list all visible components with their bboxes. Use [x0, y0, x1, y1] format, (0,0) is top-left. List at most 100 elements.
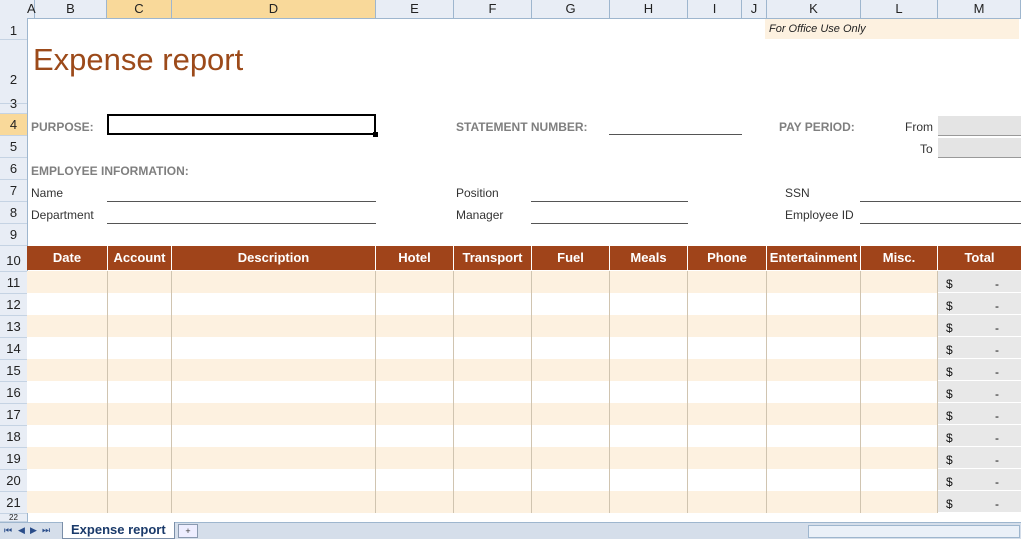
name-field[interactable]: [107, 201, 376, 202]
row-header[interactable]: 20: [0, 470, 27, 492]
table-cell[interactable]: [767, 271, 861, 293]
row-header[interactable]: 8: [0, 202, 27, 224]
table-cell[interactable]: [610, 381, 688, 403]
table-cell[interactable]: [172, 337, 376, 359]
table-cell[interactable]: [376, 359, 454, 381]
table-cell[interactable]: [454, 337, 532, 359]
table-cell[interactable]: [767, 447, 861, 469]
table-cell[interactable]: [861, 293, 938, 315]
header-description[interactable]: Description: [172, 246, 376, 270]
pay-period-from-field[interactable]: [938, 116, 1021, 136]
column-header-f[interactable]: F: [454, 0, 532, 18]
table-cell[interactable]: [688, 381, 767, 403]
table-cell[interactable]: [108, 403, 172, 425]
last-sheet-icon[interactable]: ⏭: [42, 525, 50, 536]
table-cell[interactable]: [376, 271, 454, 293]
column-header-e[interactable]: E: [376, 0, 454, 18]
column-header-a[interactable]: A: [27, 0, 36, 18]
table-cell[interactable]: [861, 315, 938, 337]
table-cell[interactable]: [688, 447, 767, 469]
table-cell[interactable]: [27, 381, 108, 403]
table-cell[interactable]: [108, 359, 172, 381]
column-header-i[interactable]: I: [688, 0, 742, 18]
table-cell[interactable]: [454, 315, 532, 337]
row-header[interactable]: 12: [0, 294, 27, 316]
header-phone[interactable]: Phone: [688, 246, 767, 270]
table-cell[interactable]: [108, 381, 172, 403]
column-header-g[interactable]: G: [532, 0, 610, 18]
total-cell[interactable]: $ -: [938, 315, 1021, 337]
header-entertainment[interactable]: Entertainment: [767, 246, 861, 270]
table-cell[interactable]: [861, 447, 938, 469]
table-cell[interactable]: [767, 359, 861, 381]
row-header[interactable]: 1: [0, 18, 27, 40]
table-cell[interactable]: [172, 447, 376, 469]
table-cell[interactable]: [610, 293, 688, 315]
table-cell[interactable]: [108, 315, 172, 337]
table-cell[interactable]: [688, 315, 767, 337]
column-header-k[interactable]: K: [767, 0, 861, 18]
table-cell[interactable]: [688, 359, 767, 381]
position-field[interactable]: [531, 201, 688, 202]
table-cell[interactable]: [861, 469, 938, 491]
total-cell[interactable]: $ -: [938, 337, 1021, 359]
row-header[interactable]: 4: [0, 114, 27, 136]
row-header[interactable]: 17: [0, 404, 27, 426]
table-cell[interactable]: [767, 381, 861, 403]
table-cell[interactable]: [767, 315, 861, 337]
statement-number-field[interactable]: [609, 134, 742, 135]
table-cell[interactable]: [688, 403, 767, 425]
table-cell[interactable]: [172, 425, 376, 447]
table-cell[interactable]: [27, 271, 108, 293]
row-header[interactable]: 10: [0, 246, 27, 272]
row-header[interactable]: 19: [0, 448, 27, 470]
row-header[interactable]: 13: [0, 316, 27, 338]
total-cell[interactable]: $ -: [938, 359, 1021, 381]
table-cell[interactable]: [108, 293, 172, 315]
table-cell[interactable]: [532, 447, 610, 469]
table-cell[interactable]: [27, 469, 108, 491]
table-cell[interactable]: [532, 491, 610, 513]
sheet-tab-expense-report[interactable]: Expense report: [62, 522, 175, 539]
first-sheet-icon[interactable]: ⏮: [4, 525, 12, 536]
row-header[interactable]: 5: [0, 136, 27, 158]
column-header-c[interactable]: C: [107, 0, 172, 18]
column-header-h[interactable]: H: [610, 0, 688, 18]
column-header-d[interactable]: D: [172, 0, 376, 18]
table-cell[interactable]: [861, 337, 938, 359]
table-cell[interactable]: [454, 447, 532, 469]
header-transport[interactable]: Transport: [454, 246, 532, 270]
table-cell[interactable]: [610, 271, 688, 293]
table-cell[interactable]: [861, 403, 938, 425]
header-total[interactable]: Total: [938, 246, 1021, 270]
table-cell[interactable]: [27, 293, 108, 315]
table-cell[interactable]: [454, 425, 532, 447]
table-cell[interactable]: [172, 381, 376, 403]
employee-id-field[interactable]: [860, 223, 1021, 224]
table-cell[interactable]: [532, 381, 610, 403]
table-cell[interactable]: [376, 381, 454, 403]
row-header[interactable]: 18: [0, 426, 27, 448]
total-cell[interactable]: $ -: [938, 403, 1021, 425]
table-cell[interactable]: [688, 491, 767, 513]
table-cell[interactable]: [108, 447, 172, 469]
table-cell[interactable]: [172, 491, 376, 513]
total-cell[interactable]: $ -: [938, 491, 1021, 513]
total-cell[interactable]: $ -: [938, 469, 1021, 491]
total-cell[interactable]: $ -: [938, 293, 1021, 315]
table-cell[interactable]: [454, 359, 532, 381]
table-cell[interactable]: [861, 491, 938, 513]
header-meals[interactable]: Meals: [610, 246, 688, 270]
table-cell[interactable]: [532, 293, 610, 315]
table-cell[interactable]: [172, 469, 376, 491]
table-cell[interactable]: [767, 491, 861, 513]
column-header-m[interactable]: M: [938, 0, 1021, 18]
table-cell[interactable]: [376, 293, 454, 315]
table-cell[interactable]: [861, 271, 938, 293]
header-account[interactable]: Account: [108, 246, 172, 270]
table-cell[interactable]: [27, 425, 108, 447]
table-cell[interactable]: [688, 337, 767, 359]
table-cell[interactable]: [376, 469, 454, 491]
table-cell[interactable]: [767, 337, 861, 359]
row-header[interactable]: 7: [0, 180, 27, 202]
